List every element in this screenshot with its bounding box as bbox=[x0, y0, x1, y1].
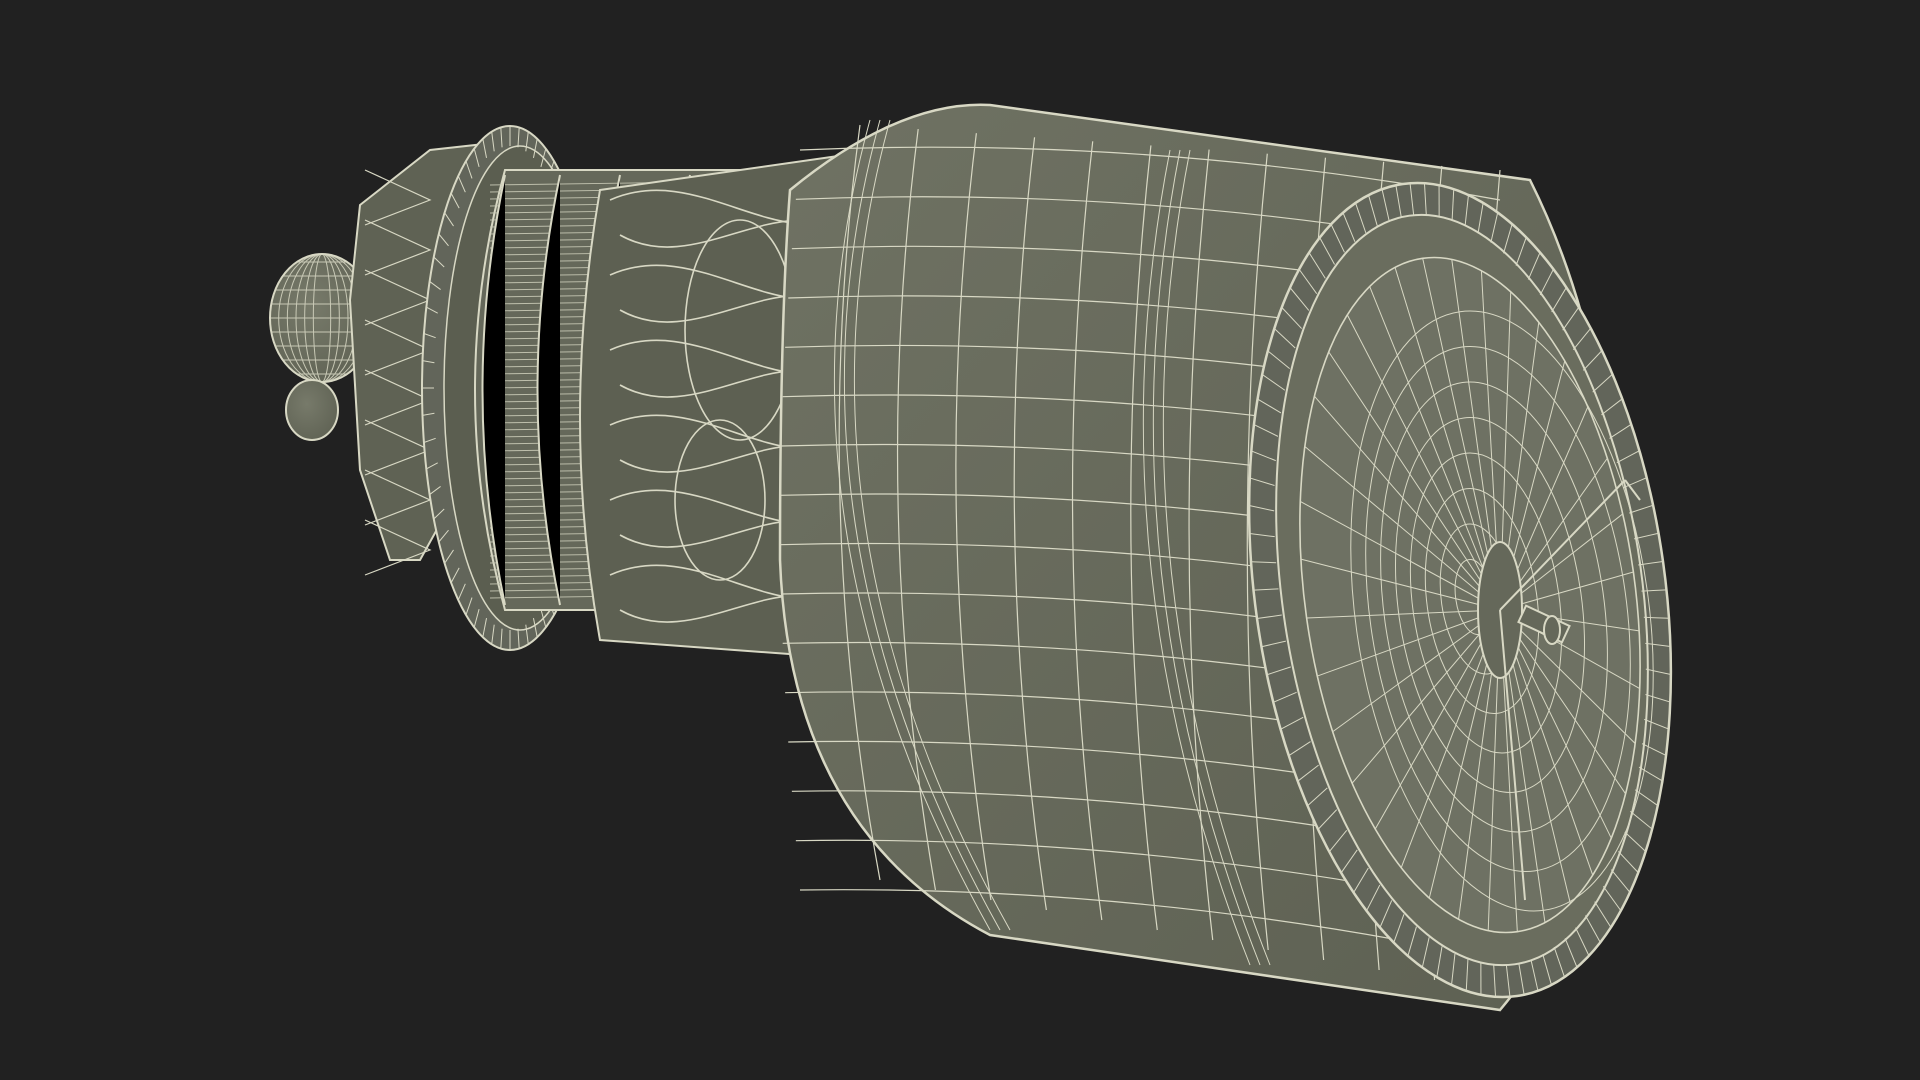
render-viewport bbox=[0, 0, 1920, 1080]
wireframe-model bbox=[269, 103, 1673, 1012]
